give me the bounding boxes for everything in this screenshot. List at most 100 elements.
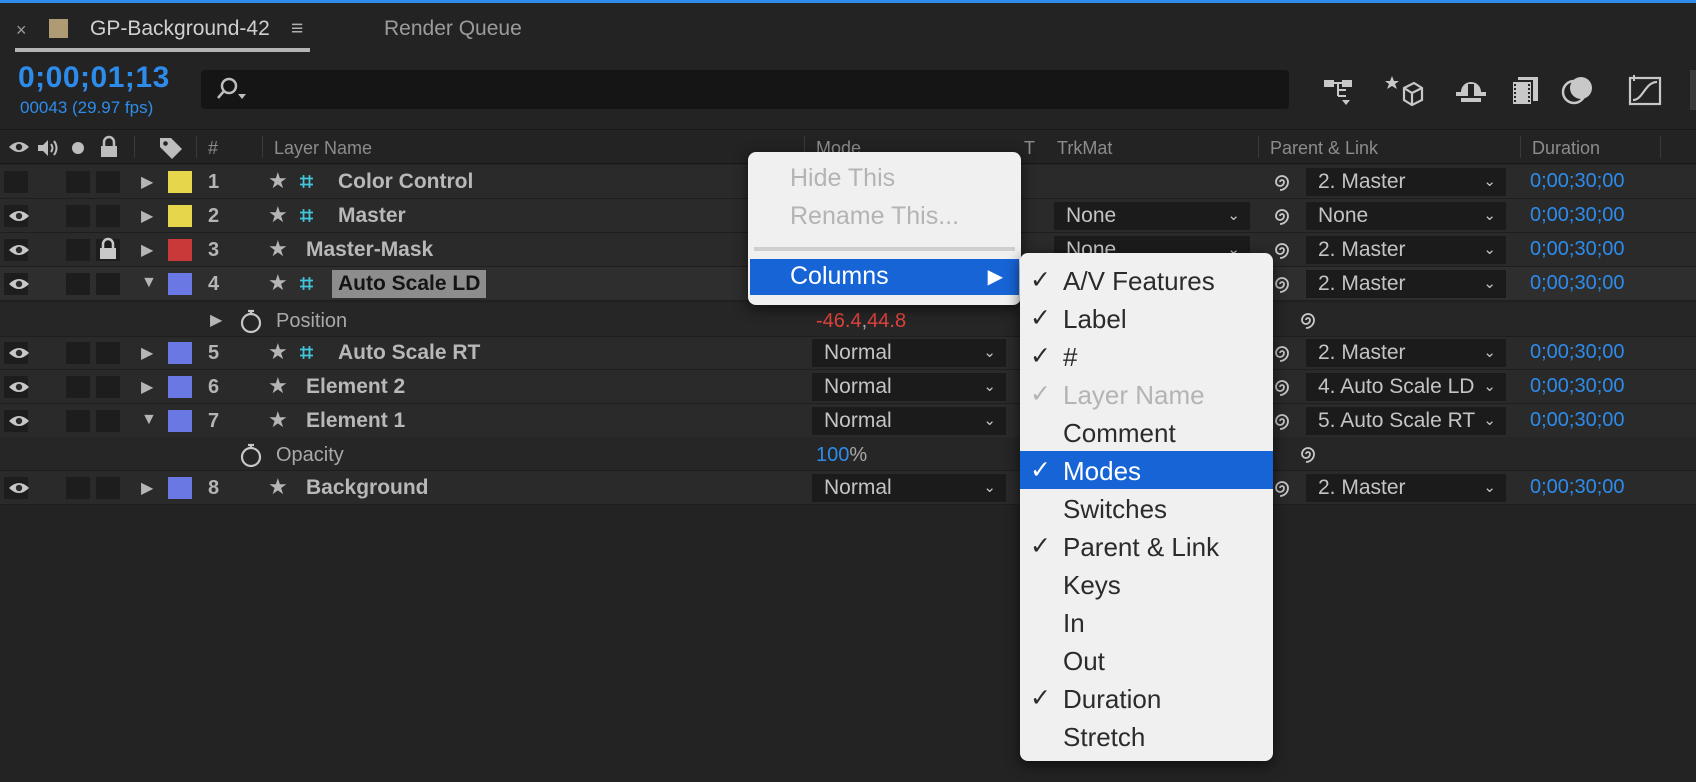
draft-3d-icon[interactable] [1384,70,1424,110]
lock-icon[interactable] [97,237,119,266]
column-header-layer-name[interactable]: Layer Name [274,138,372,159]
property-value-opacity[interactable]: 100% [816,444,867,467]
expand-triangle-icon[interactable]: ▶ [141,478,153,498]
shy-icon[interactable] [1451,70,1491,110]
submenu-item[interactable]: ✓ Duration [1020,679,1273,717]
solo-toggle[interactable] [66,239,90,261]
submenu-item[interactable]: Out [1020,641,1273,679]
layer-duration[interactable]: 0;00;30;00 [1530,341,1625,364]
layer-duration[interactable]: 0;00;30;00 [1530,272,1625,295]
layer-duration[interactable]: 0;00;30;00 [1530,170,1625,193]
submenu-item[interactable]: ✓ Modes [1020,451,1273,489]
mode-dropdown[interactable]: Normal ⌄ [812,339,1006,367]
pickwhip-icon[interactable] [1270,341,1294,365]
mode-dropdown[interactable]: Normal ⌄ [812,407,1006,435]
lock-toggle[interactable] [96,273,120,295]
solo-toggle[interactable] [66,273,90,295]
pickwhip-icon[interactable] [1296,308,1320,332]
layer-name[interactable]: Auto Scale RT [338,341,480,365]
layer-name[interactable]: Element 1 [306,409,405,433]
layer-name[interactable]: Master [338,204,406,228]
column-header-duration[interactable]: Duration [1532,138,1600,159]
submenu-item[interactable]: ✓ Layer Name [1020,375,1273,413]
parent-dropdown[interactable]: 2. Master ⌄ [1306,236,1506,264]
column-header-number[interactable]: # [208,138,218,159]
layer-row[interactable]: ▶ 5 ★ ⌗ Auto Scale RT Normal ⌄ 2. Master ⌄ 0;00;3… [0,336,1696,370]
video-eye-icon[interactable] [8,140,30,154]
label-color-swatch[interactable] [168,410,192,432]
video-toggle[interactable] [4,342,30,364]
label-color-swatch[interactable] [168,376,192,398]
expand-triangle-icon[interactable]: ▶ [141,240,153,260]
video-toggle[interactable] [4,239,30,261]
search-icon[interactable] [214,75,254,105]
pickwhip-icon[interactable] [1270,170,1294,194]
eye-icon[interactable] [8,277,30,291]
solo-toggle[interactable] [66,171,90,193]
layer-name[interactable]: Auto Scale LD [332,270,487,298]
video-toggle[interactable] [4,273,30,295]
search-input[interactable] [201,70,1289,109]
tab-close-button[interactable]: × [16,20,27,41]
pickwhip-icon[interactable] [1270,476,1294,500]
video-toggle[interactable] [4,376,29,398]
property-value-position[interactable]: -46.4,44.8 [816,310,906,333]
layer-name[interactable]: Background [306,476,429,500]
layer-row[interactable]: ▶ 6 ★ Element 2 Normal ⌄ 4. Auto Scale LD ⌄ 0;00… [0,370,1696,404]
solo-toggle[interactable] [66,477,90,499]
tab-render-queue[interactable]: Render Queue [384,17,522,41]
expand-triangle-icon[interactable]: ▶ [141,377,153,397]
submenu-item[interactable]: Stretch [1020,717,1273,755]
lock-toggle[interactable] [96,171,120,193]
label-color-swatch[interactable] [168,477,192,499]
pickwhip-icon[interactable] [1270,204,1294,228]
label-color-swatch[interactable] [168,171,192,193]
eye-icon[interactable] [8,209,30,223]
video-toggle[interactable] [4,477,30,499]
pickwhip-icon[interactable] [1270,272,1294,296]
column-header-parent[interactable]: Parent & Link [1270,138,1378,159]
stopwatch-icon[interactable] [238,442,264,468]
property-row-position[interactable]: ▶ Position -46.4,44.8 [0,303,1696,337]
solo-dot-icon[interactable] [70,140,86,156]
pickwhip-icon[interactable] [1270,238,1294,262]
submenu-item[interactable]: ✓ Parent & Link [1020,527,1273,565]
solo-toggle[interactable] [66,376,90,398]
submenu-item[interactable]: Switches [1020,489,1273,527]
submenu-item[interactable]: Comment [1020,413,1273,451]
eye-icon[interactable] [8,481,30,495]
submenu-item[interactable]: Keys [1020,565,1273,603]
layer-duration[interactable]: 0;00;30;00 [1530,375,1625,398]
lock-toggle[interactable] [96,477,120,499]
audio-speaker-icon[interactable] [36,138,60,158]
panel-menu-icon[interactable]: ≡ [291,17,303,41]
pickwhip-icon[interactable] [1296,442,1320,466]
submenu-item[interactable]: ✓ # [1020,337,1273,375]
opacity-value[interactable]: 100 [816,444,849,466]
lock-icon[interactable] [98,135,120,159]
layer-duration[interactable]: 0;00;30;00 [1530,476,1625,499]
parent-dropdown[interactable]: 4. Auto Scale LD ⌄ [1306,373,1506,401]
position-x-value[interactable]: -46.4 [816,310,862,332]
trkmat-dropdown[interactable]: None ⌄ [1054,202,1250,230]
expand-triangle-icon[interactable]: ▶ [210,310,222,330]
column-header-trkmat[interactable]: TrkMat [1057,138,1112,159]
eye-icon[interactable] [8,414,30,428]
composition-flowchart-icon[interactable] [1318,70,1358,110]
menu-item-rename-this[interactable]: Rename This... [790,202,959,231]
label-color-swatch[interactable] [168,205,192,227]
eye-icon[interactable] [8,243,30,257]
expand-triangle-icon[interactable]: ▼ [141,411,157,429]
frame-blending-icon[interactable] [1505,70,1545,110]
layer-row[interactable]: ▶ 8 ★ Background Normal ⌄ 2. Master ⌄ 0;00;30;00 [0,471,1696,505]
expand-triangle-icon[interactable]: ▶ [141,206,153,226]
mode-dropdown[interactable]: Normal ⌄ [812,474,1006,502]
motion-blur-icon[interactable] [1558,70,1598,110]
stopwatch-icon[interactable] [238,308,264,334]
column-header-t[interactable]: T [1024,138,1035,159]
eye-icon[interactable] [8,346,30,360]
pickwhip-icon[interactable] [1270,409,1294,433]
layer-duration[interactable]: 0;00;30;00 [1530,204,1625,227]
lock-toggle[interactable] [96,376,120,398]
label-tag-icon[interactable] [158,136,184,160]
